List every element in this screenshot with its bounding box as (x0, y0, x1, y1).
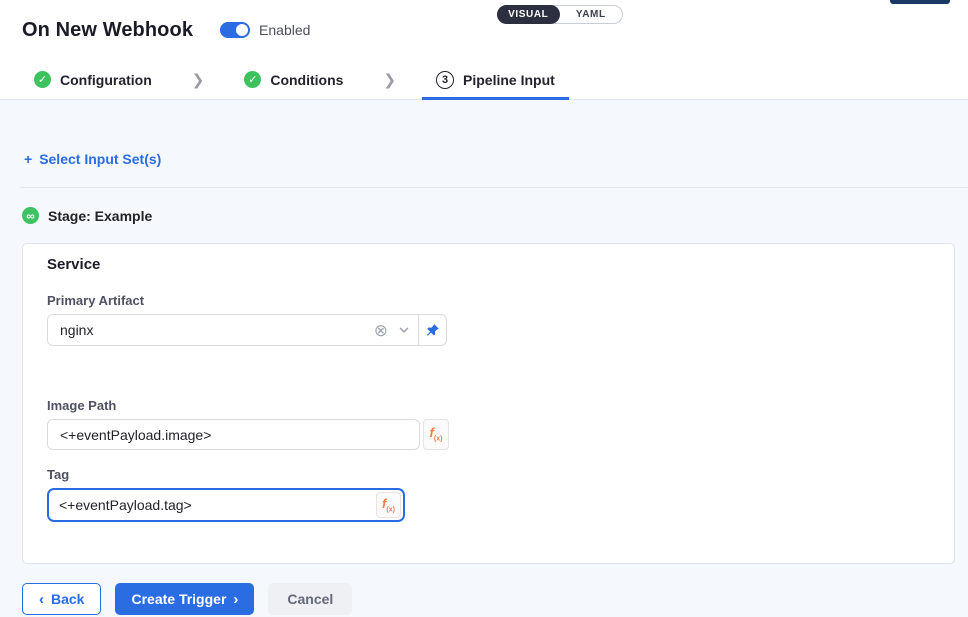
chevron-left-icon: ‹ (39, 592, 44, 607)
fx-icon: f(x) (382, 497, 395, 514)
wizard-tabs: ✓ Configuration ❯ ✓ Conditions ❯ 3 Pipel… (0, 60, 968, 100)
select-input-sets-label: Select Input Set(s) (39, 151, 161, 167)
service-card: Service Primary Artifact nginx ⊗ Image P… (22, 243, 955, 564)
primary-artifact-select[interactable]: nginx ⊗ (47, 314, 447, 346)
tab-label: Conditions (270, 72, 343, 88)
enabled-toggle[interactable] (220, 22, 250, 38)
tab-conditions[interactable]: ✓ Conditions (242, 60, 345, 99)
chevron-right-icon: › (233, 592, 238, 607)
chevron-down-icon[interactable] (394, 324, 418, 336)
tag-label: Tag (47, 467, 930, 482)
clear-icon[interactable]: ⊗ (368, 322, 394, 339)
back-button[interactable]: ‹ Back (22, 583, 101, 615)
cancel-button[interactable]: Cancel (268, 583, 352, 615)
pin-button[interactable] (418, 315, 446, 345)
chevron-right-icon: ❯ (345, 71, 434, 89)
toggle-knob (236, 24, 248, 36)
expression-fx-button[interactable]: f(x) (423, 419, 449, 450)
tag-input-group: f(x) (47, 488, 405, 522)
check-icon: ✓ (244, 71, 261, 88)
step-number-icon: 3 (436, 71, 454, 89)
fx-icon: f(x) (430, 426, 443, 443)
image-path-input[interactable] (47, 419, 420, 450)
cutoff-button[interactable] (890, 0, 950, 4)
plus-icon: + (24, 151, 32, 167)
visual-yaml-switch: VISUAL YAML (497, 5, 623, 24)
enabled-label: Enabled (259, 22, 310, 38)
select-input-sets-link[interactable]: + Select Input Set(s) (24, 151, 161, 167)
divider (20, 187, 968, 188)
stage-deploy-icon: ∞ (22, 207, 39, 224)
stage-label: Stage: Example (48, 208, 152, 224)
title-bar: On New Webhook Enabled VISUAL YAML (0, 0, 968, 60)
chevron-right-icon: ❯ (154, 71, 243, 89)
tab-configuration[interactable]: ✓ Configuration (32, 60, 154, 99)
tab-label: Pipeline Input (463, 72, 555, 88)
page-header: On New Webhook Enabled VISUAL YAML ✓ Con… (0, 0, 968, 100)
page-title: On New Webhook (22, 19, 193, 42)
create-trigger-button[interactable]: Create Trigger › (115, 583, 254, 615)
service-heading: Service (47, 256, 930, 273)
primary-artifact-label: Primary Artifact (47, 293, 930, 308)
stage-header: ∞ Stage: Example (22, 207, 968, 224)
expression-fx-button[interactable]: f(x) (376, 492, 401, 518)
pipeline-input-panel: + Select Input Set(s) ∞ Stage: Example S… (0, 100, 968, 615)
image-path-label: Image Path (47, 398, 930, 413)
primary-artifact-value: nginx (48, 322, 368, 338)
footer-actions: ‹ Back Create Trigger › Cancel (22, 583, 968, 615)
check-icon: ✓ (34, 71, 51, 88)
tab-pipeline-input[interactable]: 3 Pipeline Input (434, 60, 557, 99)
tab-label: Configuration (60, 72, 152, 88)
tab-yaml[interactable]: YAML (560, 5, 623, 24)
tab-visual[interactable]: VISUAL (497, 5, 560, 24)
tag-input[interactable] (49, 490, 376, 520)
pin-icon (425, 323, 440, 338)
